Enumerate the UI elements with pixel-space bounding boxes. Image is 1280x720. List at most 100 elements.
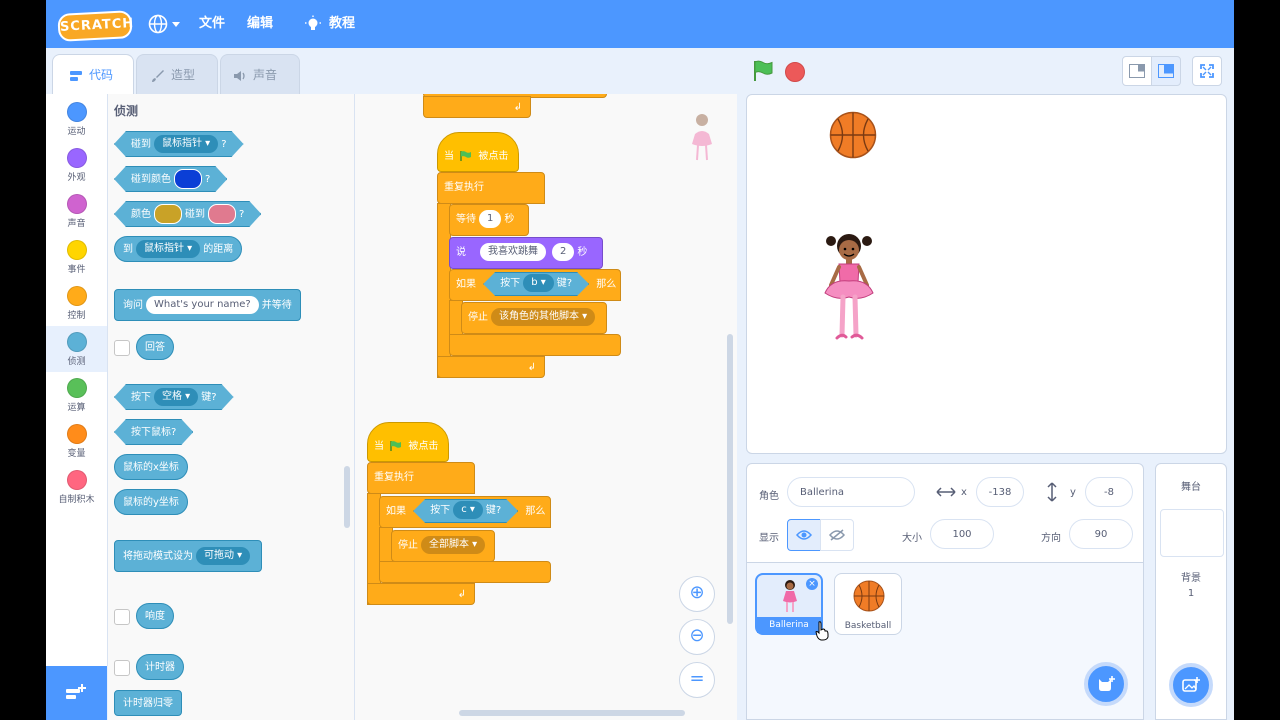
category-sensing[interactable]: 侦测 [46, 326, 107, 372]
menu-file[interactable]: 文件 [199, 0, 225, 48]
green-flag-icon [390, 441, 402, 451]
distance-dropdown[interactable]: 鼠标指针 ▾ [136, 240, 201, 258]
lightbulb-icon [305, 15, 321, 30]
sprite-tile-basketball[interactable]: Basketball [834, 573, 902, 635]
stage-selector[interactable]: 舞台 背景 1 [1155, 463, 1227, 720]
category-control[interactable]: 控制 [46, 280, 107, 326]
wait-input[interactable]: 1 [479, 210, 502, 228]
zoom-in-button[interactable]: ⊕ [679, 576, 715, 612]
block-mouse-down[interactable]: 按下鼠标? [114, 419, 193, 445]
script1-key-b-pressed[interactable]: 按下 b ▾ 键? [483, 272, 589, 296]
stop-dropdown-all[interactable]: 全部脚本 ▾ [421, 536, 486, 554]
large-stage-button[interactable] [1151, 56, 1181, 86]
basketball-sprite[interactable] [829, 111, 877, 159]
script2-forever[interactable]: 重复执行 [367, 462, 475, 494]
zoom-out-button[interactable]: ⊖ [679, 619, 715, 655]
script1-forever[interactable]: 重复执行 [437, 172, 545, 204]
palette-scrollbar[interactable] [344, 466, 350, 528]
show-label: 显示 [759, 533, 779, 544]
category-variables[interactable]: 变量 [46, 418, 107, 464]
script1-say-for-secs[interactable]: 说我喜欢跳舞 2 秒 [449, 237, 603, 269]
choose-backdrop-button[interactable] [1169, 663, 1213, 707]
color-swatch-pink[interactable] [208, 204, 236, 224]
stop-button[interactable] [785, 62, 805, 82]
script1-stop[interactable]: 停止 该角色的其他脚本 ▾ [461, 302, 607, 334]
script-scrollbar-vertical[interactable] [727, 334, 733, 624]
touching-dropdown[interactable]: 鼠标指针 ▾ [154, 135, 218, 153]
hide-sprite-button[interactable] [820, 519, 854, 551]
loop-arrow-icon: ↲ [513, 102, 522, 113]
script2-key-c-pressed[interactable]: 按下 c ▾ 键? [413, 499, 518, 523]
say-secs-input[interactable]: 2 [552, 243, 575, 261]
category-sound[interactable]: 声音 [46, 188, 107, 234]
block-distance-to[interactable]: 到鼠标指针 ▾ 的距离 [114, 236, 243, 262]
globe-icon[interactable] [148, 14, 168, 34]
key-dropdown[interactable]: 空格 ▾ [154, 388, 198, 406]
block-timer[interactable]: 计时器 [136, 654, 184, 680]
tab-code[interactable]: 代码 [52, 54, 134, 94]
category-motion[interactable]: 运动 [46, 96, 107, 142]
brush-icon [152, 69, 164, 82]
ballerina-sprite[interactable] [817, 231, 881, 345]
sprite-name-input[interactable]: Ballerina [787, 477, 915, 507]
answer-checkbox[interactable] [114, 340, 130, 356]
stage-canvas[interactable] [746, 94, 1227, 454]
y-input[interactable]: -8 [1085, 477, 1133, 507]
stop-dropdown-other[interactable]: 该角色的其他脚本 ▾ [491, 308, 596, 326]
block-touching-color[interactable]: 碰到颜色? [114, 166, 227, 192]
tab-sounds[interactable]: 声音 [220, 54, 300, 94]
fullscreen-button[interactable] [1192, 56, 1222, 86]
script2-when-flag-clicked[interactable]: 当 被点击 [367, 422, 449, 462]
category-events[interactable]: 事件 [46, 234, 107, 280]
loudness-checkbox[interactable] [114, 609, 130, 625]
script1-wait[interactable]: 等待 1 秒 [449, 204, 529, 236]
ask-input[interactable]: What's your name? [146, 296, 259, 314]
show-sprite-button[interactable] [787, 519, 821, 551]
backdrop-thumbnail[interactable] [1160, 509, 1224, 557]
add-extension-button[interactable] [46, 666, 107, 720]
menu-edit[interactable]: 编辑 [247, 0, 273, 48]
block-key-pressed[interactable]: 按下 空格 ▾ 键? [114, 384, 234, 410]
menu-tutorials[interactable]: 教程 [329, 0, 355, 48]
tab-costumes[interactable]: 造型 [136, 54, 218, 94]
block-set-drag-mode[interactable]: 将拖动模式设为 可拖动 ▾ [114, 540, 263, 572]
block-reset-timer[interactable]: 计时器归零 [114, 690, 182, 716]
script1-when-flag-clicked[interactable]: 当 被点击 [437, 132, 519, 172]
script-scrollbar-horizontal[interactable] [459, 710, 685, 716]
backdrops-count: 1 [1187, 588, 1195, 599]
green-flag-button[interactable] [752, 60, 774, 82]
block-mouse-x[interactable]: 鼠标的x坐标 [114, 454, 188, 480]
block-loudness[interactable]: 响度 [136, 603, 174, 629]
eye-icon [796, 530, 812, 540]
script2-if-then[interactable]: 如果 按下 c ▾ 键? 那么 [379, 496, 551, 528]
small-stage-button[interactable] [1122, 56, 1152, 86]
script-loop-end[interactable]: ↲ [423, 96, 531, 118]
color-swatch-blue[interactable] [174, 169, 202, 189]
choose-sprite-button[interactable] [1084, 662, 1128, 706]
timer-checkbox[interactable] [114, 660, 130, 676]
category-looks[interactable]: 外观 [46, 142, 107, 188]
extension-icon [66, 684, 86, 699]
block-ask-and-wait[interactable]: 询问 What's your name? 并等待 [114, 289, 301, 321]
block-touching[interactable]: 碰到 鼠标指针 ▾? [114, 131, 244, 157]
block-color-touching-color[interactable]: 颜色 碰到? [114, 201, 261, 227]
say-text-input[interactable]: 我喜欢跳舞 [480, 243, 546, 261]
category-my-blocks[interactable]: 自制积木 [46, 464, 107, 510]
key-c-dropdown[interactable]: c ▾ [453, 501, 483, 519]
size-input[interactable]: 100 [930, 519, 994, 549]
zoom-reset-button[interactable]: = [679, 662, 715, 698]
key-b-dropdown[interactable]: b ▾ [523, 274, 554, 292]
sprite-corner-thumbnail [692, 114, 712, 161]
script1-if-then[interactable]: 如果 按下 b ▾ 键? 那么 [449, 269, 621, 301]
scratch-logo[interactable]: SCRATCH [57, 10, 135, 42]
block-mouse-y[interactable]: 鼠标的y坐标 [114, 489, 188, 515]
drag-mode-dropdown[interactable]: 可拖动 ▾ [196, 547, 251, 565]
x-input[interactable]: -138 [976, 477, 1024, 507]
color-swatch-gold[interactable] [154, 204, 182, 224]
delete-sprite-icon[interactable]: × [806, 578, 818, 590]
sprite-tile-ballerina[interactable]: × Ballerina [755, 573, 823, 635]
block-answer[interactable]: 回答 [136, 334, 174, 360]
direction-input[interactable]: 90 [1069, 519, 1133, 549]
script2-stop[interactable]: 停止 全部脚本 ▾ [391, 530, 495, 562]
category-operators[interactable]: 运算 [46, 372, 107, 418]
